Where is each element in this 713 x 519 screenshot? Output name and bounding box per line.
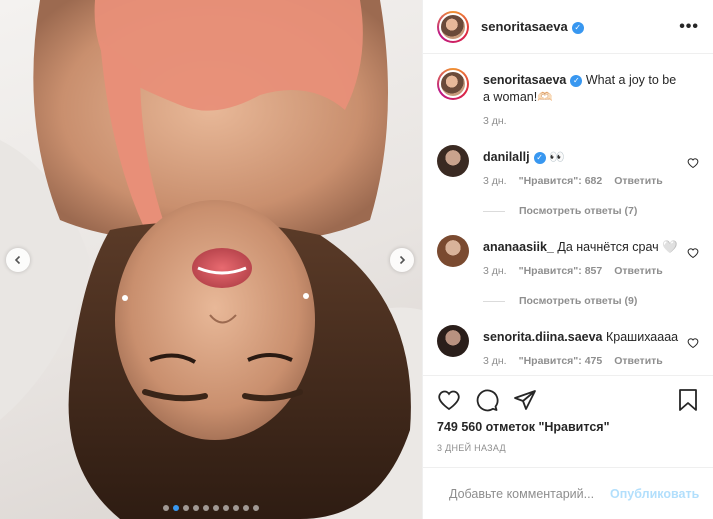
previous-slide-button[interactable]: [6, 248, 30, 272]
comment-username[interactable]: ananaasiik_: [483, 240, 554, 254]
comment-avatar[interactable]: [437, 235, 469, 267]
comment-body: 👀: [549, 150, 565, 164]
view-replies-label[interactable]: Посмотреть ответы (7): [519, 205, 637, 217]
carousel-dot: [213, 505, 219, 511]
author-username-text[interactable]: senoritasaeva: [481, 19, 568, 34]
view-replies-label[interactable]: Посмотреть ответы (9): [519, 295, 637, 307]
caption-time[interactable]: 3 дн.: [483, 115, 507, 127]
publish-button[interactable]: Опубликовать: [610, 487, 699, 501]
comments-section: senoritasaeva ✓ What a joy to be a woman!…: [423, 54, 713, 375]
heart-icon[interactable]: [437, 388, 461, 412]
carousel-dot: [163, 505, 169, 511]
comment-avatar[interactable]: [437, 325, 469, 357]
caption-username[interactable]: senoritasaeva: [483, 73, 566, 87]
carousel-dot: [173, 505, 179, 511]
author-avatar[interactable]: [437, 10, 469, 43]
verified-badge-icon: ✓: [570, 75, 583, 87]
author-username[interactable]: senoritasaeva ✓: [481, 19, 584, 34]
comment-meta: 3 дн. "Нравится": 475 Ответить: [483, 355, 679, 367]
instagram-post: senoritasaeva ✓ ••• senoritasaeva ✓ What a…: [0, 0, 713, 519]
verified-badge-icon: ✓: [533, 152, 546, 164]
next-slide-button[interactable]: [390, 248, 414, 272]
comment-text: danilallj ✓ 👀: [483, 149, 679, 166]
comment-like-heart-icon[interactable]: [687, 157, 699, 169]
reply-button[interactable]: Ответить: [614, 265, 663, 277]
carousel-indicator: [0, 505, 422, 511]
comment-like-heart-icon[interactable]: [687, 337, 699, 349]
post-side-panel: senoritasaeva ✓ ••• senoritasaeva ✓ What a…: [422, 0, 713, 519]
carousel-dot: [243, 505, 249, 511]
action-icons: [437, 384, 699, 416]
comment-time[interactable]: 3 дн.: [483, 175, 507, 187]
carousel-dot: [233, 505, 239, 511]
comment-body: Крашихаааа: [606, 330, 679, 344]
comment-username[interactable]: danilallj: [483, 150, 530, 164]
comment-text: senorita.diina.saeva Крашихаааа: [483, 329, 679, 346]
comment-like-heart-icon[interactable]: [687, 247, 699, 259]
comment-likes[interactable]: "Нравится": 857: [519, 265, 603, 277]
likes-count[interactable]: 749 560 отметок "Нравится": [437, 420, 699, 434]
comment-input[interactable]: [449, 486, 610, 501]
carousel-dot: [223, 505, 229, 511]
view-replies-button[interactable]: Посмотреть ответы (9): [483, 295, 699, 307]
bookmark-icon[interactable]: [677, 388, 699, 412]
share-icon[interactable]: [513, 388, 537, 412]
carousel-dot: [193, 505, 199, 511]
verified-badge-icon: ✓: [571, 22, 584, 34]
post-photo: [0, 0, 422, 519]
post-media[interactable]: [0, 0, 422, 519]
reply-button[interactable]: Ответить: [614, 355, 663, 367]
post-actions: 749 560 отметок "Нравится" 3 ДНЕЙ НАЗАД: [423, 375, 713, 453]
post-header: senoritasaeva ✓ •••: [423, 0, 713, 54]
comment-username[interactable]: senorita.diina.saeva: [483, 330, 603, 344]
comment-time[interactable]: 3 дн.: [483, 355, 507, 367]
comment-meta: 3 дн. "Нравится": 682 Ответить: [483, 175, 679, 187]
comment-text: ananaasiik_ Да начнётся срач 🤍: [483, 239, 679, 256]
comment-icon[interactable]: [475, 388, 499, 412]
comment-row: ananaasiik_ Да начнётся срач 🤍 3 дн. "Нр…: [437, 235, 699, 277]
comment-likes[interactable]: "Нравится": 682: [519, 175, 603, 187]
replies-divider: [483, 300, 505, 302]
view-replies-button[interactable]: Посмотреть ответы (7): [483, 205, 699, 217]
caption-author-avatar[interactable]: [437, 68, 469, 100]
more-dots-icon[interactable]: •••: [679, 18, 699, 36]
comment-time[interactable]: 3 дн.: [483, 265, 507, 277]
chevron-left-icon: [14, 255, 21, 265]
posted-time[interactable]: 3 ДНЕЙ НАЗАД: [437, 443, 699, 453]
carousel-dot: [253, 505, 259, 511]
carousel-dot: [183, 505, 189, 511]
comment-likes[interactable]: "Нравится": 475: [519, 355, 603, 367]
chevron-right-icon: [399, 255, 406, 265]
comment-avatar[interactable]: [437, 145, 469, 177]
caption-meta: 3 дн.: [483, 115, 679, 127]
comment-body: Да начнётся срач 🤍: [557, 240, 678, 254]
comment-row: danilallj ✓ 👀 3 дн. "Нравится": 682 Ответ…: [437, 145, 699, 187]
comment-composer: Опубликовать: [423, 467, 713, 519]
reply-button[interactable]: Ответить: [614, 175, 663, 187]
caption-text: senoritasaeva ✓ What a joy to be a woman!…: [483, 72, 679, 106]
caption-row: senoritasaeva ✓ What a joy to be a woman!…: [437, 68, 699, 127]
comment-meta: 3 дн. "Нравится": 857 Ответить: [483, 265, 679, 277]
carousel-dot: [203, 505, 209, 511]
comment-row: senorita.diina.saeva Крашихаааа 3 дн. "Н…: [437, 325, 699, 367]
replies-divider: [483, 210, 505, 212]
